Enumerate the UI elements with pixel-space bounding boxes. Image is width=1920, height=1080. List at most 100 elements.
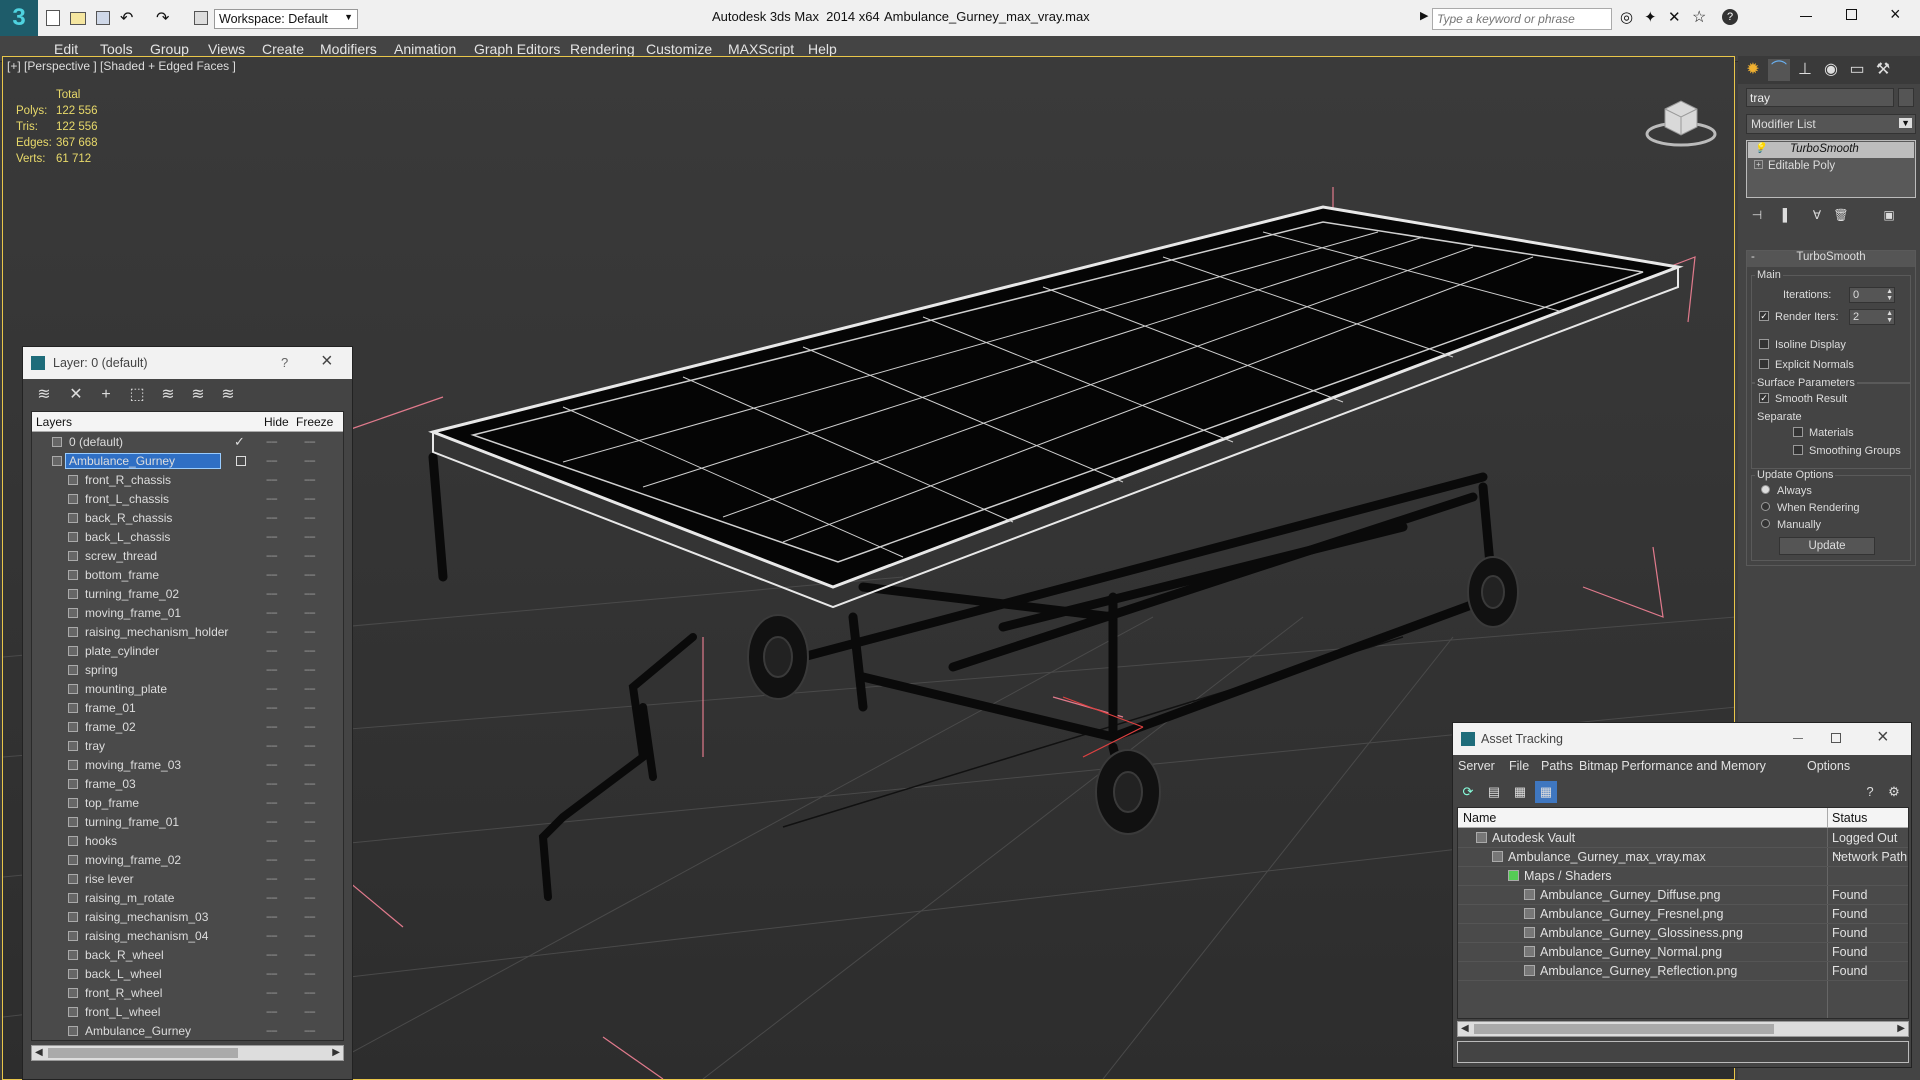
freeze-toggle[interactable]: ---- bbox=[304, 797, 316, 809]
open-file-icon[interactable] bbox=[70, 12, 86, 25]
asset-row[interactable]: Ambulance_Gurney_Fresnel.png Found bbox=[1458, 905, 1908, 924]
freeze-toggle[interactable]: ---- bbox=[304, 436, 316, 448]
freeze-toggle[interactable]: ---- bbox=[304, 550, 316, 562]
scroll-thumb[interactable] bbox=[1474, 1024, 1774, 1034]
object-row[interactable]: rise lever ---- ---- bbox=[32, 870, 343, 889]
active-layer-box-icon[interactable] bbox=[236, 456, 246, 466]
freeze-toggle[interactable]: ---- bbox=[304, 721, 316, 733]
menu-create[interactable]: Create bbox=[262, 41, 304, 57]
asset-menu-paths[interactable]: Paths bbox=[1541, 759, 1573, 773]
freeze-toggle[interactable]: ---- bbox=[304, 569, 316, 581]
col-freeze[interactable]: Freeze bbox=[296, 415, 333, 429]
asset-row[interactable]: Ambulance_Gurney_Glossiness.png Found bbox=[1458, 924, 1908, 943]
hide-toggle[interactable]: ---- bbox=[266, 455, 278, 467]
object-row[interactable]: hooks ---- ---- bbox=[32, 832, 343, 851]
utilities-tab-icon[interactable]: ⚒ bbox=[1872, 59, 1894, 81]
refresh-icon[interactable]: ⟳ bbox=[1457, 781, 1479, 803]
always-radio[interactable] bbox=[1761, 485, 1770, 494]
spinner-arrows-icon[interactable]: ▲ ▼ bbox=[1886, 288, 1893, 302]
exchange-icon[interactable]: ✕ bbox=[1668, 8, 1681, 26]
app-logo-icon[interactable]: 3 bbox=[0, 0, 38, 36]
hide-toggle[interactable]: ---- bbox=[266, 588, 278, 600]
object-row[interactable]: front_L_chassis ---- ---- bbox=[32, 490, 343, 509]
asset-row[interactable]: Ambulance_Gurney_Reflection.png Found bbox=[1458, 962, 1908, 981]
object-row[interactable]: screw_thread ---- ---- bbox=[32, 547, 343, 566]
asset-tracking-window[interactable]: Asset Tracking × Server File Paths Bitma… bbox=[1452, 722, 1912, 1068]
delete-layer-icon[interactable]: ✕ bbox=[65, 384, 87, 406]
stack-item-turbosmooth[interactable]: 💡 TurboSmooth bbox=[1748, 142, 1914, 158]
hide-toggle[interactable]: ---- bbox=[266, 835, 278, 847]
freeze-toggle[interactable]: ---- bbox=[304, 740, 316, 752]
render-iters-checkbox[interactable]: ✓ bbox=[1759, 311, 1769, 321]
freeze-toggle[interactable]: ---- bbox=[304, 474, 316, 486]
freeze-toggle[interactable]: ---- bbox=[304, 873, 316, 885]
menu-animation[interactable]: Animation bbox=[394, 41, 456, 57]
col-divider[interactable] bbox=[1827, 808, 1828, 828]
freeze-toggle[interactable]: ---- bbox=[304, 759, 316, 771]
maximize-icon[interactable] bbox=[1831, 733, 1841, 743]
asset-row[interactable]: Ambulance_Gurney_max_vray.max Network Pat… bbox=[1458, 848, 1908, 867]
rollout-header[interactable]: - TurboSmooth bbox=[1747, 251, 1915, 267]
hide-toggle[interactable]: ---- bbox=[266, 721, 278, 733]
highlight-layer-icon[interactable]: ≋ bbox=[157, 384, 179, 406]
binoculars-icon[interactable]: ◎ bbox=[1620, 8, 1633, 26]
thumbnail-view-icon[interactable]: ▦ bbox=[1509, 781, 1531, 803]
table-view-icon[interactable]: ▦ bbox=[1535, 781, 1557, 803]
hide-toggle[interactable]: ---- bbox=[266, 873, 278, 885]
object-row[interactable]: back_L_wheel ---- ---- bbox=[32, 965, 343, 984]
viewcube-icon[interactable] bbox=[1643, 89, 1719, 149]
freeze-toggle[interactable]: ---- bbox=[304, 854, 316, 866]
object-row[interactable]: raising_mechanism_03 ---- ---- bbox=[32, 908, 343, 927]
hide-toggle[interactable]: ---- bbox=[266, 854, 278, 866]
freeze-toggle[interactable]: ---- bbox=[304, 968, 316, 980]
col-layers[interactable]: Layers bbox=[36, 415, 72, 429]
freeze-toggle[interactable]: ---- bbox=[304, 987, 316, 999]
object-row[interactable]: tray ---- ---- bbox=[32, 737, 343, 756]
close-icon[interactable]: × bbox=[1877, 726, 1889, 749]
object-row[interactable]: front_R_chassis ---- ---- bbox=[32, 471, 343, 490]
hide-toggle[interactable]: ---- bbox=[266, 683, 278, 695]
object-row[interactable]: top_frame ---- ---- bbox=[32, 794, 343, 813]
freeze-toggle[interactable]: ---- bbox=[304, 930, 316, 942]
manually-radio[interactable] bbox=[1761, 519, 1770, 528]
freeze-toggle[interactable]: ---- bbox=[304, 664, 316, 676]
freeze-toggle[interactable]: ---- bbox=[304, 607, 316, 619]
freeze-toggle[interactable]: ---- bbox=[304, 626, 316, 638]
menu-customize[interactable]: Customize bbox=[646, 41, 712, 57]
object-row[interactable]: moving_frame_03 ---- ---- bbox=[32, 756, 343, 775]
hide-toggle[interactable]: ---- bbox=[266, 930, 278, 942]
when-rendering-radio[interactable] bbox=[1761, 502, 1770, 511]
asset-hscrollbar[interactable]: ◀ ▶ bbox=[1457, 1021, 1909, 1037]
remove-modifier-icon[interactable]: 🗑 bbox=[1830, 204, 1852, 226]
col-hide[interactable]: Hide bbox=[264, 415, 289, 429]
asset-menu-file[interactable]: File bbox=[1509, 759, 1529, 773]
materials-checkbox[interactable] bbox=[1793, 427, 1803, 437]
object-row[interactable]: front_R_wheel ---- ---- bbox=[32, 984, 343, 1003]
menu-graph-editors[interactable]: Graph Editors bbox=[474, 41, 560, 57]
menu-rendering[interactable]: Rendering bbox=[570, 41, 635, 57]
freeze-toggle[interactable]: ---- bbox=[304, 512, 316, 524]
freeze-toggle[interactable]: ---- bbox=[304, 455, 316, 467]
hide-toggle[interactable]: ---- bbox=[266, 626, 278, 638]
menu-group[interactable]: Group bbox=[150, 41, 189, 57]
expand-plus-icon[interactable]: + bbox=[1754, 160, 1763, 169]
close-icon[interactable]: × bbox=[321, 350, 333, 373]
menu-edit[interactable]: Edit bbox=[54, 41, 78, 57]
object-row[interactable]: turning_frame_01 ---- ---- bbox=[32, 813, 343, 832]
object-row[interactable]: frame_01 ---- ---- bbox=[32, 699, 343, 718]
communication-icon[interactable]: ✦ bbox=[1644, 8, 1657, 26]
object-row[interactable]: spring ---- ---- bbox=[32, 661, 343, 680]
hide-toggle[interactable]: ---- bbox=[266, 550, 278, 562]
hold-icon[interactable] bbox=[194, 11, 208, 25]
motion-tab-icon[interactable]: ◉ bbox=[1820, 59, 1842, 81]
menu-tools[interactable]: Tools bbox=[100, 41, 133, 57]
help-icon[interactable]: ? bbox=[1722, 9, 1738, 25]
hide-toggle[interactable]: ---- bbox=[266, 911, 278, 923]
hide-toggle[interactable]: ---- bbox=[266, 702, 278, 714]
freeze-toggle[interactable]: ---- bbox=[304, 949, 316, 961]
create-tab-icon[interactable]: ✹ bbox=[1742, 59, 1764, 81]
layer-hscrollbar[interactable]: ◀ ▶ bbox=[31, 1045, 344, 1061]
redo-icon[interactable]: ↷ bbox=[156, 8, 169, 28]
scroll-thumb[interactable] bbox=[48, 1048, 238, 1058]
freeze-toggle[interactable]: ---- bbox=[304, 816, 316, 828]
